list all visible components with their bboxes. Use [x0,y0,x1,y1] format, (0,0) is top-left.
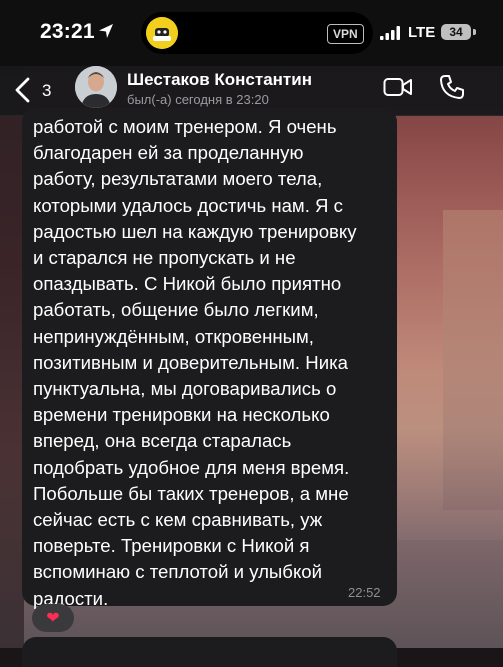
status-time: 23:21 [40,20,95,43]
status-bar: 23:21 VPN LTE 34 [0,0,503,66]
next-message-bubble[interactable] [22,637,397,667]
app-activity-icon [146,17,178,49]
chevron-left-icon [15,77,30,103]
message-time: 22:52 [348,585,381,600]
video-call-icon[interactable] [383,76,413,98]
heart-icon: ❤ [46,610,60,627]
network-type: LTE [408,24,436,41]
phone-call-icon[interactable] [439,74,465,100]
vpn-badge: VPN [327,24,364,44]
contact-name[interactable]: Шестаков Константин [127,70,312,90]
battery-tip [473,29,476,35]
back-button[interactable]: 3 [14,75,64,105]
message-text: работой с моим тренером. Я очень благода… [33,116,357,609]
wallpaper-window-edge [443,210,503,510]
signal-strength-icon [380,26,400,40]
last-seen-status: был(-а) сегодня в 23:20 [127,92,269,107]
person-avatar-icon [75,66,117,108]
avatar[interactable] [75,66,117,108]
battery-icon: 34 [441,24,471,40]
heart-reaction[interactable]: ❤ [32,604,74,632]
location-arrow-icon [99,24,113,38]
unread-count: 3 [42,81,52,100]
